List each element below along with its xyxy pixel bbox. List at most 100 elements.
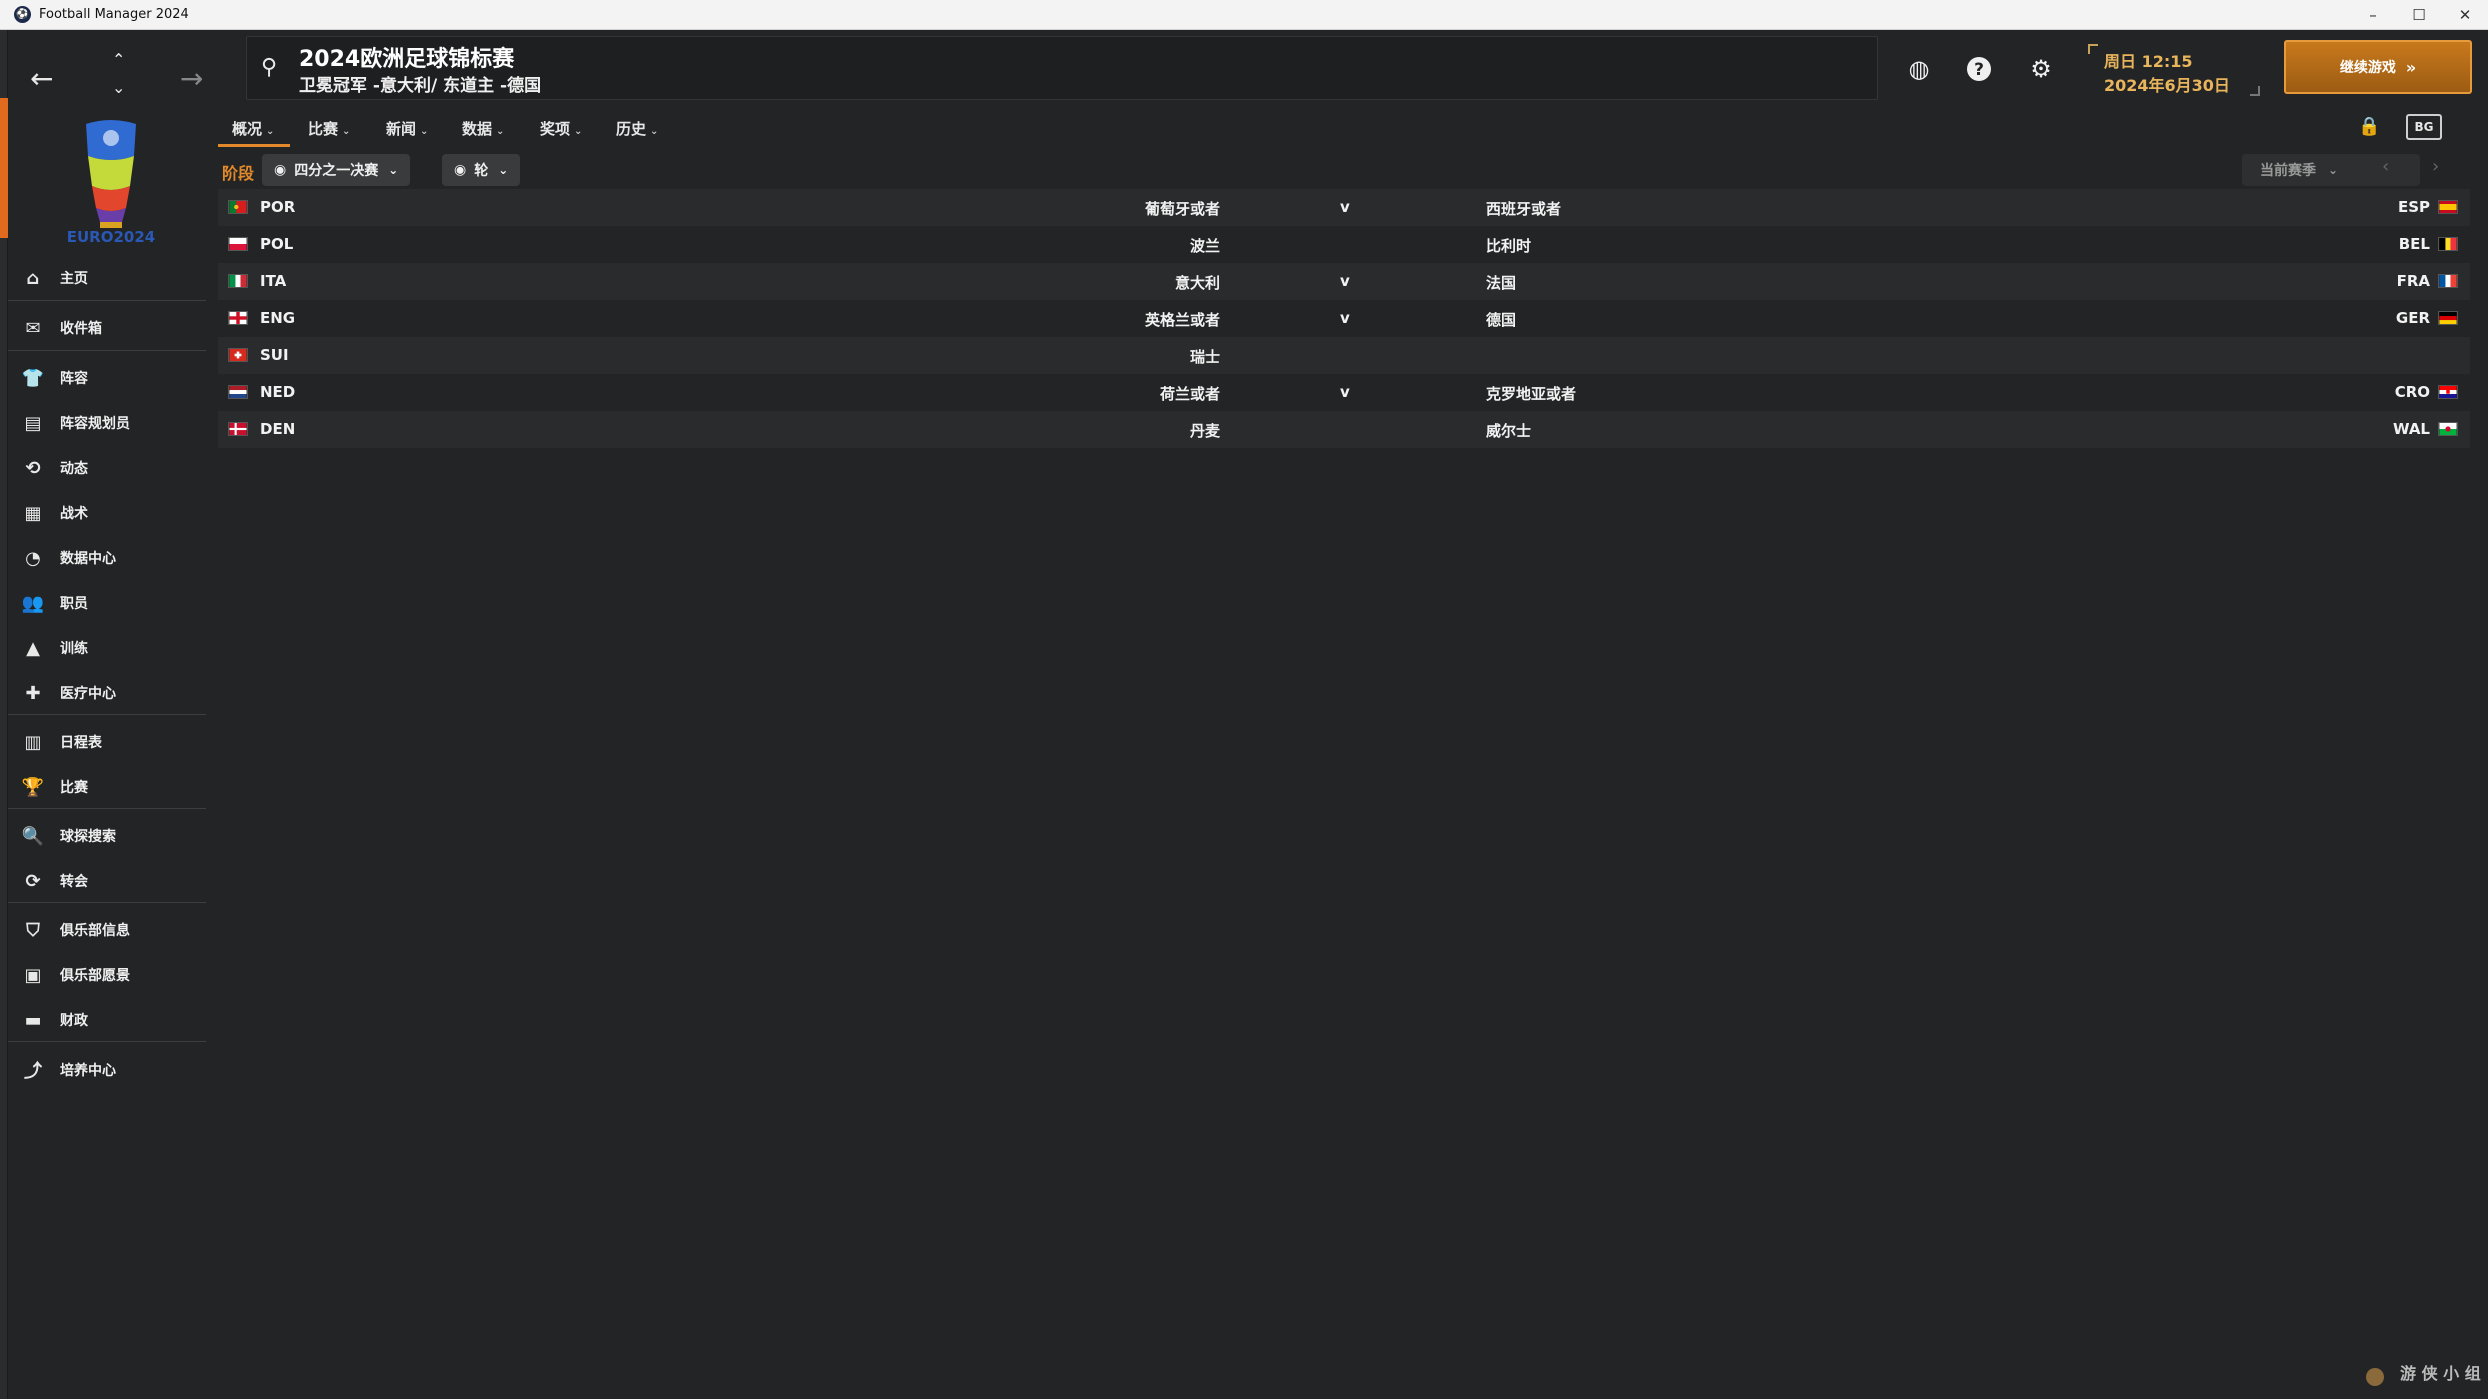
left-edge-strip bbox=[0, 30, 8, 1399]
help-icon[interactable]: ? bbox=[1962, 52, 1996, 86]
nav-item-schedule[interactable]: ▥ 日程表 bbox=[8, 722, 206, 762]
date-corner bbox=[2250, 86, 2260, 96]
tab-matches[interactable]: 比赛 ⌄ bbox=[308, 118, 350, 144]
fixture-row[interactable]: DEN 丹麦 威尔士 WAL bbox=[218, 411, 2470, 448]
svg-text:?: ? bbox=[1974, 60, 1984, 80]
nav-item-club-info[interactable]: ⛉ 俱乐部信息 bbox=[8, 910, 206, 950]
nav-item-home[interactable]: ⌂ 主页 bbox=[8, 258, 206, 298]
flag-netherlands-icon bbox=[228, 385, 248, 399]
season-dropdown[interactable]: 当前赛季 ⌄ bbox=[2242, 154, 2420, 186]
flag-spain-icon bbox=[2438, 200, 2458, 214]
eye-icon: ◉ bbox=[274, 162, 287, 178]
away-team-code: BEL bbox=[2398, 235, 2430, 253]
fixture-row[interactable]: SUI 瑞士 bbox=[218, 337, 2470, 374]
nav-item-club-vision[interactable]: ▣ 俱乐部愿景 bbox=[8, 955, 206, 995]
nav-item-staff[interactable]: 👥 职员 bbox=[8, 583, 206, 623]
chevron-up-icon[interactable]: ⌃ bbox=[112, 50, 125, 69]
fixture-row[interactable]: NED 荷兰或者 v 克罗地亚或者 CRO bbox=[218, 374, 2470, 411]
round-dropdown[interactable]: ◉ 轮 ⌄ bbox=[442, 154, 521, 186]
flag-switzerland-icon bbox=[228, 348, 248, 362]
nav-item-scouting[interactable]: 🔍 球探搜索 bbox=[8, 816, 206, 856]
fixture-row[interactable]: ITA 意大利 v 法国 FRA bbox=[218, 263, 2470, 300]
home-team-name[interactable]: 丹麦 bbox=[1190, 420, 1220, 441]
nav-item-finances[interactable]: ▬ 财政 bbox=[8, 1000, 206, 1040]
home-team-name[interactable]: 波兰 bbox=[1190, 235, 1220, 256]
nav-item-squad-planner[interactable]: ▤ 阵容规划员 bbox=[8, 403, 206, 443]
inbox-icon: ✉ bbox=[25, 317, 41, 339]
away-team-code: WAL bbox=[2392, 420, 2430, 438]
nav-item-inbox[interactable]: ✉ 收件箱 bbox=[8, 308, 206, 348]
svg-text:EURO2024: EURO2024 bbox=[67, 228, 155, 246]
flag-england-icon bbox=[228, 311, 248, 325]
close-button[interactable]: ✕ bbox=[2442, 0, 2488, 30]
home-team-name[interactable]: 葡萄牙或者 bbox=[1145, 198, 1220, 219]
away-team-name[interactable]: 西班牙或者 bbox=[1486, 198, 1561, 219]
medical-icon: ✚ bbox=[25, 682, 41, 704]
nav-item-dynamics[interactable]: ⟲ 动态 bbox=[8, 448, 206, 488]
next-page-icon[interactable]: › bbox=[2432, 156, 2439, 177]
nav-item-transfers[interactable]: ⟳ 转会 bbox=[8, 861, 206, 901]
nav-item-development-centre[interactable]: ⤴ 培养中心 bbox=[8, 1050, 206, 1090]
training-icon: ▲ bbox=[26, 637, 40, 659]
sidebar: ← ⌃ ⌄ → EURO2024 ⌂ 主页 ✉ 收件箱 👕 阵容 ▤ 阵容规划员 ⟲ 动态… bbox=[8, 30, 206, 1399]
chevron-down-icon: ⌄ bbox=[342, 126, 351, 137]
active-tab-indicator bbox=[218, 144, 290, 147]
globe-icon[interactable]: ◍ bbox=[1902, 52, 1936, 86]
flag-germany-icon bbox=[2438, 311, 2458, 325]
away-team-name[interactable]: 比利时 bbox=[1486, 235, 1531, 256]
tab-news[interactable]: 新闻 ⌄ bbox=[386, 118, 428, 144]
home-team-code: SUI bbox=[260, 346, 289, 364]
chevron-down-icon: ⌄ bbox=[496, 126, 505, 137]
home-team-name[interactable]: 荷兰或者 bbox=[1160, 383, 1220, 404]
previous-page-icon[interactable]: ‹ bbox=[2382, 156, 2389, 177]
minimize-button[interactable]: – bbox=[2350, 0, 2396, 30]
flag-poland-icon bbox=[228, 237, 248, 251]
app-icon: ⚽ bbox=[14, 6, 31, 23]
away-team-name[interactable]: 德国 bbox=[1486, 309, 1516, 330]
versus-label: v bbox=[1340, 198, 1350, 216]
background-toggle-button[interactable]: BG bbox=[2406, 114, 2442, 140]
continue-button[interactable]: 继续游戏» bbox=[2284, 40, 2472, 94]
tab-stats[interactable]: 数据 ⌄ bbox=[462, 118, 504, 144]
watermark-text: 游 侠 小 组 bbox=[2400, 1364, 2481, 1383]
nav-item-medical[interactable]: ✚ 医疗中心 bbox=[8, 673, 206, 713]
competition-title: 2024欧洲足球锦标赛 bbox=[299, 47, 515, 72]
nav-item-training[interactable]: ▲ 训练 bbox=[8, 628, 206, 668]
home-team-name[interactable]: 瑞士 bbox=[1190, 346, 1220, 367]
fixture-row[interactable]: POL 波兰 比利时 BEL bbox=[218, 226, 2470, 263]
calendar-icon: ▥ bbox=[24, 731, 42, 753]
window-titlebar: ⚽ Football Manager 2024 – ☐ ✕ bbox=[0, 0, 2488, 30]
tab-history[interactable]: 历史 ⌄ bbox=[616, 118, 658, 144]
flag-italy-icon bbox=[228, 274, 248, 288]
fixture-row[interactable]: POR 葡萄牙或者 v 西班牙或者 ESP bbox=[218, 189, 2470, 226]
shirt-icon: 👕 bbox=[21, 367, 45, 389]
fixture-row[interactable]: ENG 英格兰或者 v 德国 GER bbox=[218, 300, 2470, 337]
nav-item-data-hub[interactable]: ◔ 数据中心 bbox=[8, 538, 206, 578]
versus-label: v bbox=[1340, 309, 1350, 327]
nav-item-squad[interactable]: 👕 阵容 bbox=[8, 358, 206, 398]
competition-header[interactable]: ⚲ 2024欧洲足球锦标赛 卫冕冠军 -意大利/ 东道主 -德国 bbox=[246, 36, 1878, 100]
forward-arrow-icon[interactable]: → bbox=[180, 62, 203, 95]
stage-dropdown[interactable]: ◉ 四分之一决赛 ⌄ bbox=[262, 154, 411, 186]
data-hub-icon: ◔ bbox=[25, 547, 41, 569]
home-team-code: POL bbox=[260, 235, 294, 253]
chevron-down-icon[interactable]: ⌄ bbox=[112, 78, 125, 97]
away-team-name[interactable]: 威尔士 bbox=[1486, 420, 1531, 441]
away-team-name[interactable]: 法国 bbox=[1486, 272, 1516, 293]
back-arrow-icon[interactable]: ← bbox=[30, 62, 53, 95]
nav-item-competitions[interactable]: 🏆 比赛 bbox=[8, 767, 206, 807]
lock-icon[interactable]: 🔒 bbox=[2358, 116, 2380, 137]
tab-awards[interactable]: 奖项 ⌄ bbox=[540, 118, 582, 144]
nav-item-tactics[interactable]: ▦ 战术 bbox=[8, 493, 206, 533]
gear-icon[interactable]: ⚙ bbox=[2024, 52, 2058, 86]
away-team-name[interactable]: 克罗地亚或者 bbox=[1486, 383, 1576, 404]
clipboard-icon: ▤ bbox=[24, 412, 42, 434]
chevron-down-icon: ⌄ bbox=[266, 126, 275, 137]
finance-icon: ▬ bbox=[24, 1009, 42, 1031]
menu-divider bbox=[8, 902, 206, 903]
home-team-name[interactable]: 英格兰或者 bbox=[1145, 309, 1220, 330]
tab-overview[interactable]: 概况 ⌄ bbox=[232, 118, 274, 144]
home-team-name[interactable]: 意大利 bbox=[1175, 272, 1220, 293]
maximize-button[interactable]: ☐ bbox=[2396, 0, 2442, 30]
search-icon[interactable]: ⚲ bbox=[261, 55, 277, 80]
